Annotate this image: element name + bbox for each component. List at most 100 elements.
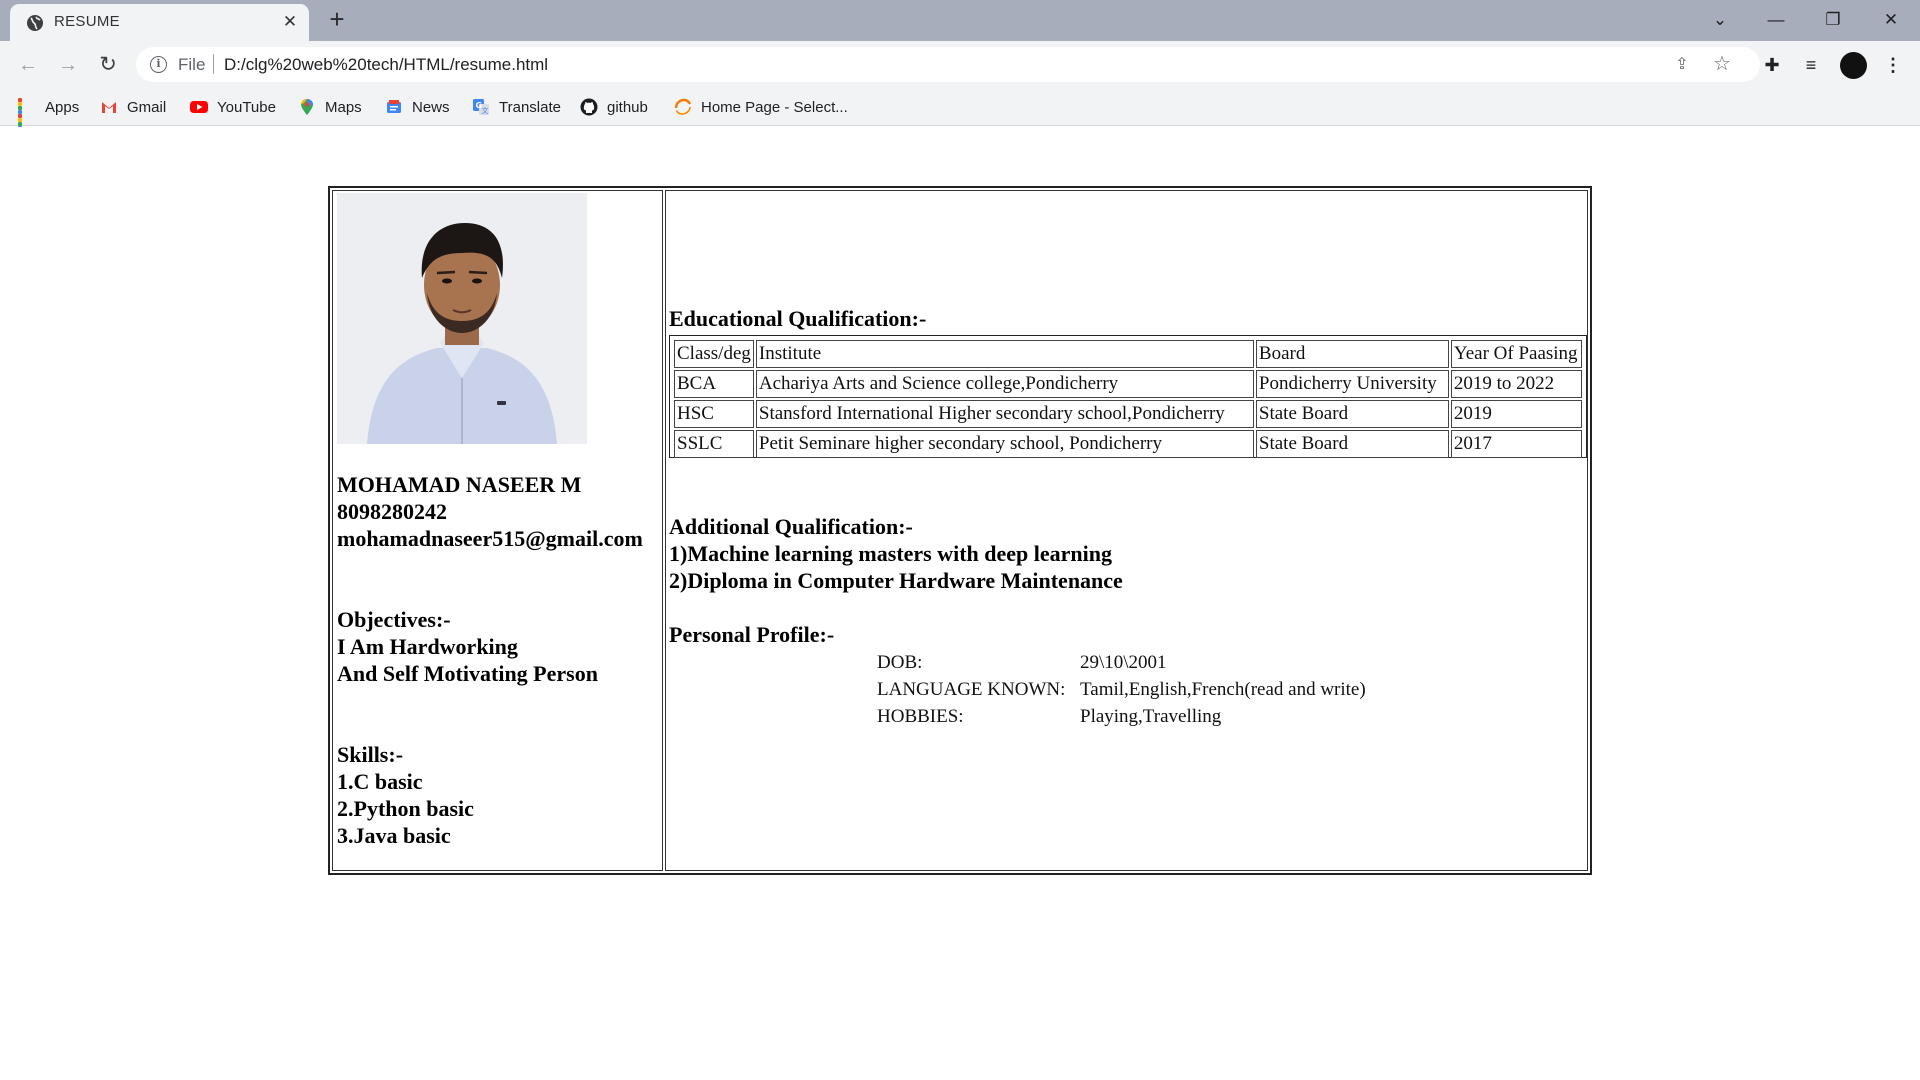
table-cell: 2019 to 2022: [1450, 370, 1582, 398]
bookmark-label: Gmail: [127, 98, 167, 116]
svg-text:文: 文: [482, 106, 489, 115]
table-cell: Stansford International Higher secondary…: [755, 400, 1254, 428]
news-icon: [387, 100, 401, 113]
education-table: Class/deg Institute Board Year Of Paasin…: [672, 338, 1584, 460]
table-header-row: Class/deg Institute Board Year Of Paasin…: [674, 340, 1582, 368]
profile-photo: [337, 193, 587, 444]
table-cell: Pondicherry University: [1255, 370, 1449, 398]
star-icon[interactable]: ☆: [1711, 53, 1733, 75]
objectives-section: Objectives:- I Am Hardworking And Self M…: [337, 606, 598, 687]
table-header-cell: Institute: [755, 340, 1254, 368]
applicant-name: MOHAMAD NASEER M: [337, 472, 582, 497]
extensions-icon[interactable]: ✚: [1759, 52, 1785, 78]
bookmark-apps[interactable]: Apps: [18, 96, 80, 134]
email-address: mohamadnaseer515@gmail.com: [337, 526, 643, 551]
gmail-icon: [102, 102, 116, 113]
resume-right-cell: Educational Qualification:- Class/deg In…: [665, 190, 1588, 871]
phone-number: 8098280242: [337, 499, 447, 524]
globe-icon: [27, 15, 43, 31]
bookmark-label: Maps: [325, 98, 362, 116]
share-icon[interactable]: ⇪: [1671, 54, 1693, 76]
profile-avatar-icon[interactable]: [1840, 52, 1867, 79]
skill-item: 2.Python basic: [337, 796, 474, 821]
bookmarks-bar: Apps Gmail YouTube Maps News G 文 Transla…: [0, 88, 1920, 134]
table-cell: State Board: [1255, 400, 1449, 428]
education-heading: Educational Qualification:-: [669, 306, 927, 331]
additional-item: 1)Machine learning masters with deep lea…: [669, 541, 1113, 566]
bookmark-maps[interactable]: Maps: [298, 96, 362, 118]
bookmark-news[interactable]: News: [385, 96, 450, 118]
objectives-heading: Objectives:-: [337, 607, 451, 632]
objective-line: And Self Motivating Person: [337, 661, 598, 686]
additional-heading: Additional Qualification:-: [669, 514, 913, 539]
tab-resume[interactable]: RESUME ✕: [10, 4, 309, 41]
table-cell: Petit Seminare higher secondary school, …: [755, 430, 1254, 458]
table-header-cell: Board: [1255, 340, 1449, 368]
bookmark-label: Translate: [499, 98, 561, 116]
skill-item: 3.Java basic: [337, 823, 451, 848]
github-icon: [580, 98, 598, 116]
bookmark-label: News: [412, 98, 450, 116]
profile-value: Tamil,English,French(read and write): [1080, 679, 1366, 700]
maps-pin-icon: [301, 99, 313, 115]
kebab-menu-icon[interactable]: ⋮: [1880, 52, 1906, 78]
chevron-down-icon[interactable]: ⌄: [1706, 6, 1734, 34]
skills-section: Skills:- 1.C basic 2.Python basic 3.Java…: [337, 741, 474, 849]
tab-strip: RESUME ✕ + ⌄ — ❐ ✕: [0, 0, 1920, 41]
additional-qualification-section: Additional Qualification:- 1)Machine lea…: [669, 513, 1123, 594]
bookmark-github[interactable]: github: [580, 96, 648, 118]
table-cell: 2019: [1450, 400, 1582, 428]
apps-grid-icon: [18, 98, 36, 134]
profile-label: HOBBIES:: [877, 706, 964, 727]
table-cell: HSC: [674, 400, 754, 428]
bookmark-label: github: [607, 98, 648, 116]
bookmark-home-page[interactable]: Home Page - Select...: [674, 96, 848, 118]
contact-block: MOHAMAD NASEER M 8098280242 mohamadnasee…: [337, 471, 643, 552]
table-cell: BCA: [674, 370, 754, 398]
personal-profile-heading: Personal Profile:-: [669, 622, 835, 647]
close-icon[interactable]: ✕: [280, 12, 300, 32]
table-row: BCA Achariya Arts and Science college,Po…: [674, 370, 1582, 398]
plus-icon[interactable]: +: [325, 6, 349, 32]
bookmark-translate[interactable]: G 文 Translate: [472, 96, 561, 118]
bookmark-label: Home Page - Select...: [701, 98, 848, 116]
restore-icon[interactable]: ❐: [1819, 6, 1847, 34]
reload-icon[interactable]: ↻: [94, 51, 122, 79]
education-table-wrapper: Class/deg Institute Board Year Of Paasin…: [669, 335, 1587, 458]
additional-item: 2)Diploma in Computer Hardware Maintenan…: [669, 568, 1123, 593]
table-cell: SSLC: [674, 430, 754, 458]
bookmark-label: Apps: [45, 98, 80, 116]
bookmark-gmail[interactable]: Gmail: [100, 96, 166, 118]
resume-left-cell: MOHAMAD NASEER M 8098280242 mohamadnasee…: [332, 190, 663, 871]
translate-icon: G 文: [473, 99, 489, 115]
reading-list-icon[interactable]: ≡: [1798, 52, 1824, 78]
skill-item: 1.C basic: [337, 769, 423, 794]
resume-table: MOHAMAD NASEER M 8098280242 mohamadnasee…: [328, 186, 1592, 875]
minimize-icon[interactable]: —: [1762, 6, 1790, 34]
profile-value: 29\10\2001: [1080, 652, 1167, 673]
skills-heading: Skills:-: [337, 742, 404, 767]
bookmark-label: YouTube: [217, 98, 276, 116]
close-window-icon[interactable]: ✕: [1877, 6, 1905, 34]
profile-label: DOB:: [877, 652, 923, 673]
address-bar[interactable]: i File D:/clg%20web%20tech/HTML/resume.h…: [136, 47, 1760, 82]
tab-title: RESUME: [54, 13, 120, 30]
forward-arrow-icon[interactable]: →: [54, 51, 82, 79]
back-arrow-icon[interactable]: ←: [14, 51, 42, 79]
table-header-cell: Class/deg: [674, 340, 754, 368]
toolbar: ← → ↻ i File D:/clg%20web%20tech/HTML/re…: [0, 41, 1920, 88]
objective-line: I Am Hardworking: [337, 634, 518, 659]
profile-value: Playing,Travelling: [1080, 706, 1222, 727]
page-content: MOHAMAD NASEER M 8098280242 mohamadnasee…: [0, 127, 1920, 1080]
table-cell: State Board: [1255, 430, 1449, 458]
table-row: HSC Stansford International Higher secon…: [674, 400, 1582, 428]
table-cell: Achariya Arts and Science college,Pondic…: [755, 370, 1254, 398]
bookmark-youtube[interactable]: YouTube: [190, 96, 276, 118]
info-icon[interactable]: i: [150, 56, 167, 73]
table-header-cell: Year Of Paasing: [1450, 340, 1582, 368]
person-photo-icon: [337, 193, 587, 444]
scheme-label: File: [178, 55, 206, 74]
table-row: SSLC Petit Seminare higher secondary sch…: [674, 430, 1582, 458]
profile-label: LANGUAGE KNOWN:: [877, 679, 1066, 700]
url-text[interactable]: D:/clg%20web%20tech/HTML/resume.html: [224, 55, 548, 75]
